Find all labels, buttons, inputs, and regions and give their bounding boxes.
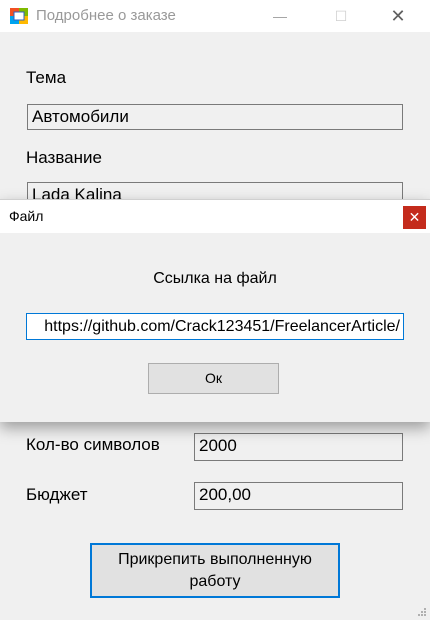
- minimize-button[interactable]: —: [257, 0, 303, 32]
- file-link-text: https://github.com/Crack123451/Freelance…: [44, 318, 400, 335]
- topic-field[interactable]: Автомобили: [27, 104, 403, 130]
- close-icon: ✕: [390, 5, 406, 26]
- close-icon: ✕: [408, 209, 421, 225]
- dialog-close-button[interactable]: ✕: [403, 206, 426, 229]
- minimize-icon: —: [273, 8, 287, 24]
- close-button[interactable]: ✕: [375, 0, 421, 32]
- ok-button[interactable]: Ок: [148, 363, 279, 394]
- dialog-title: Файл: [9, 208, 44, 224]
- app-icon: [10, 8, 28, 24]
- name-label: Название: [26, 148, 102, 167]
- budget-field[interactable]: 200,00: [194, 482, 403, 510]
- window-title: Подробнее о заказе: [36, 7, 176, 24]
- maximize-icon: ☐: [334, 7, 348, 24]
- file-link-input[interactable]: https://github.com/Crack123451/Freelance…: [26, 313, 404, 340]
- dialog-prompt: Ссылка на файл: [153, 270, 277, 287]
- window-titlebar[interactable]: Подробнее о заказе — ☐ ✕: [0, 0, 430, 32]
- maximize-button[interactable]: ☐: [318, 0, 364, 32]
- attach-work-button[interactable]: Прикрепить выполненную работу: [90, 543, 340, 598]
- chars-label: Кол-во символов: [26, 435, 160, 454]
- file-link-dialog: Файл ✕ Ссылка на файл https://github.com…: [0, 199, 430, 422]
- dialog-titlebar[interactable]: Файл ✕: [0, 200, 430, 233]
- chars-field[interactable]: 2000: [194, 433, 403, 461]
- topic-label: Тема: [26, 68, 67, 87]
- budget-label: Бюджет: [26, 485, 88, 504]
- resize-grip-icon[interactable]: [416, 606, 426, 616]
